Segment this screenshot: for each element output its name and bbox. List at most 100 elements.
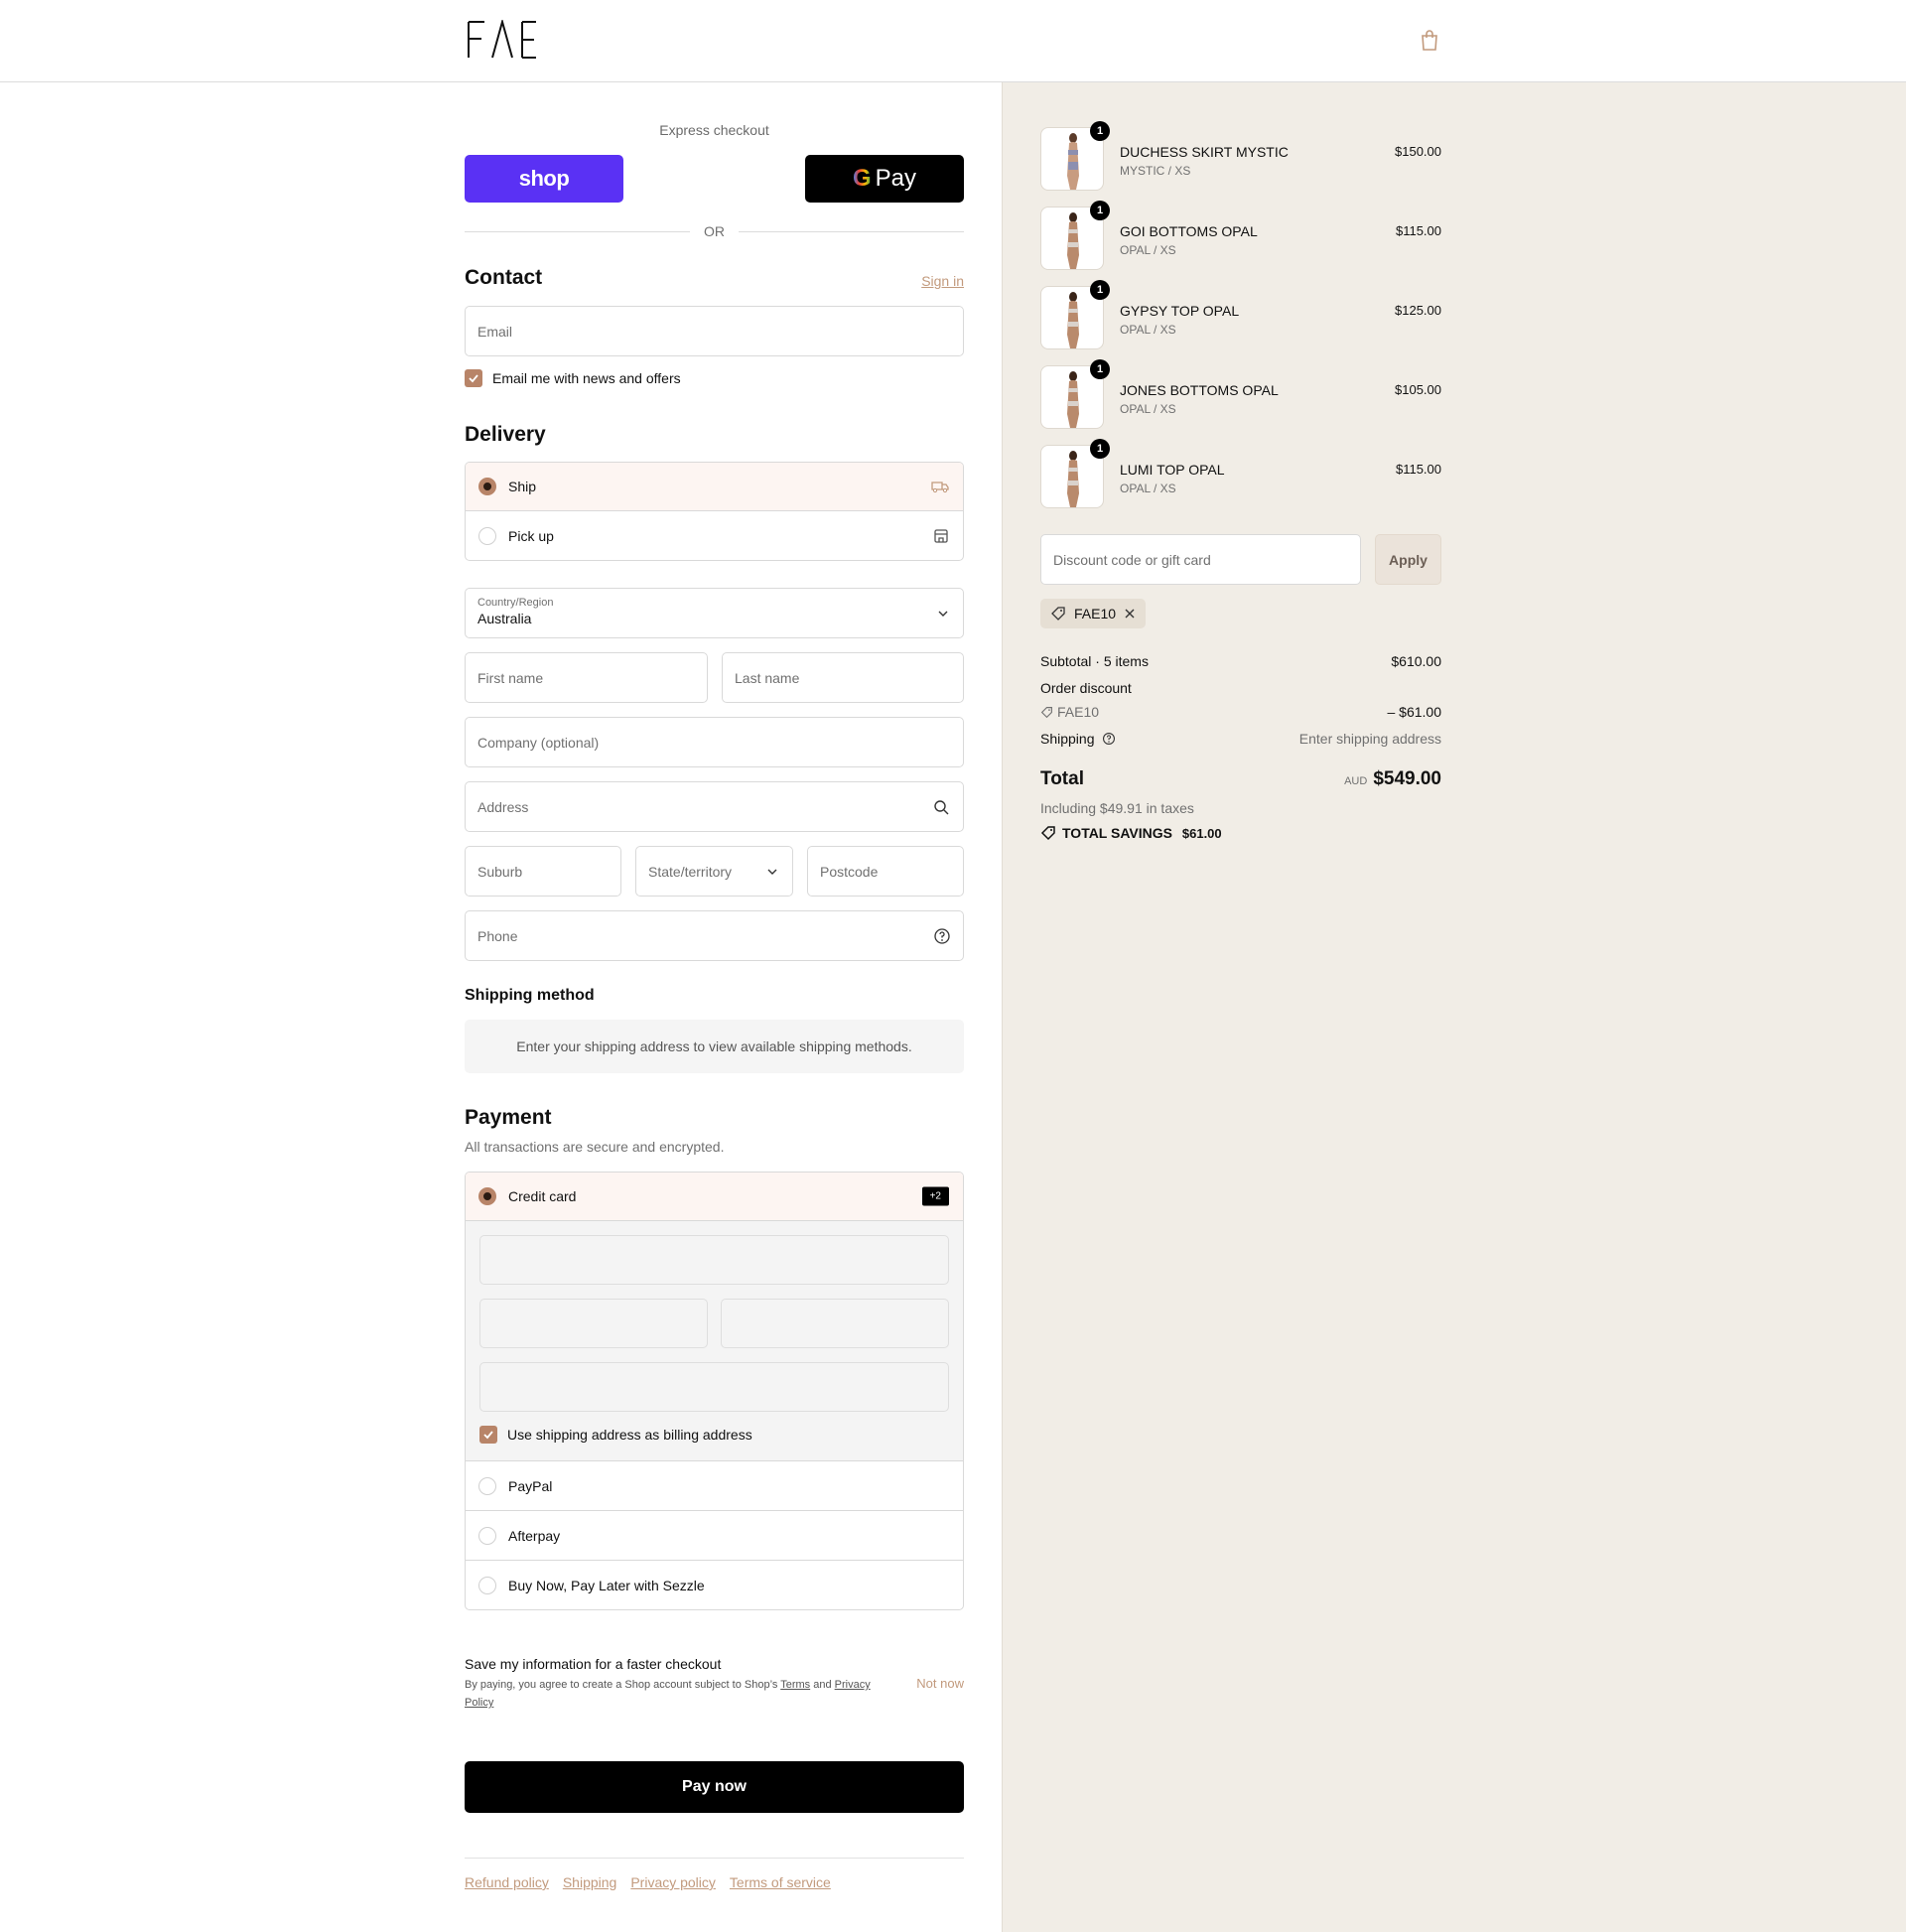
radio-credit-card[interactable] bbox=[478, 1187, 496, 1205]
help-circle-icon[interactable] bbox=[1102, 732, 1116, 746]
order-summary-panel bbox=[1002, 82, 1906, 1932]
shipping-method-note: Enter your shipping address to view avai… bbox=[465, 1020, 964, 1073]
more-cards-badge: +2 bbox=[921, 1186, 949, 1206]
terms-of-service-link[interactable]: Terms of service bbox=[730, 1874, 831, 1890]
discount-code-label: FAE10 bbox=[1057, 704, 1100, 720]
chevron-down-icon bbox=[767, 869, 777, 875]
not-now-link[interactable]: Not now bbox=[916, 1676, 964, 1691]
postcode-field[interactable]: Postcode bbox=[807, 846, 964, 897]
card-number-field[interactable] bbox=[479, 1235, 949, 1285]
item-name: LUMI TOP OPAL bbox=[1120, 462, 1225, 478]
total-savings-row: TOTAL SAVINGS $61.00 bbox=[1040, 825, 1441, 841]
ship-label: Ship bbox=[508, 479, 537, 494]
delivery-option-ship[interactable]: Ship bbox=[466, 463, 963, 511]
radio-paypal[interactable] bbox=[478, 1476, 496, 1495]
radio-pickup[interactable] bbox=[478, 526, 496, 545]
close-icon[interactable] bbox=[1124, 608, 1136, 620]
delivery-option-pickup[interactable]: Pick up bbox=[466, 510, 963, 560]
payment-title: Payment bbox=[465, 1106, 552, 1129]
cart-item: 1 GOI BOTTOMS OPAL OPAL / XS $115.00 bbox=[1040, 201, 1441, 270]
paypal-label: PayPal bbox=[508, 1477, 553, 1494]
order-discount-label-row: Order discount bbox=[1040, 680, 1441, 696]
item-price: $125.00 bbox=[1395, 303, 1441, 318]
taxes-label: Including $49.91 in taxes bbox=[1040, 800, 1194, 816]
payment-method-group: Credit card +2 Use shipping address as b… bbox=[465, 1172, 964, 1610]
or-divider: OR bbox=[465, 221, 964, 241]
google-g-icon: G bbox=[852, 165, 872, 192]
item-variant: OPAL / XS bbox=[1120, 323, 1176, 337]
quantity-badge: 1 bbox=[1090, 359, 1110, 379]
radio-sezzle[interactable] bbox=[478, 1576, 496, 1594]
save-info-section: Save my information for a faster checkou… bbox=[465, 1656, 964, 1712]
shop-pay-button[interactable]: shop bbox=[465, 155, 623, 203]
express-checkout-title: Express checkout bbox=[659, 122, 769, 138]
total-row: Total AUD $549.00 bbox=[1040, 768, 1441, 790]
company-field[interactable]: Company (optional) bbox=[465, 717, 964, 767]
news-checkbox[interactable] bbox=[465, 369, 482, 387]
cart-item: 1 JONES BOTTOMS OPAL OPAL / XS $105.00 bbox=[1040, 359, 1441, 429]
privacy-policy-link[interactable]: Privacy policy bbox=[630, 1874, 716, 1890]
shipping-method-title: Shipping method bbox=[465, 987, 595, 1004]
order-discount-label: Order discount bbox=[1040, 680, 1132, 696]
news-label: Email me with news and offers bbox=[492, 370, 681, 386]
order-discount-row: FAE10 – $61.00 bbox=[1040, 704, 1441, 720]
phone-placeholder: Phone bbox=[477, 927, 518, 944]
item-variant: OPAL / XS bbox=[1120, 482, 1176, 495]
apply-discount-button[interactable]: Apply bbox=[1375, 534, 1441, 585]
radio-afterpay[interactable] bbox=[478, 1526, 496, 1545]
payment-option-sezzle[interactable]: Buy Now, Pay Later with Sezzle bbox=[466, 1560, 963, 1609]
email-field[interactable]: Email bbox=[465, 306, 964, 356]
truck-icon bbox=[931, 482, 949, 493]
help-circle-icon[interactable] bbox=[933, 927, 951, 945]
payment-subtitle: All transactions are secure and encrypte… bbox=[465, 1139, 725, 1155]
or-label: OR bbox=[704, 223, 725, 239]
card-expiry-field[interactable] bbox=[479, 1299, 708, 1348]
check-icon bbox=[469, 374, 478, 383]
suburb-field[interactable]: Suburb bbox=[465, 846, 621, 897]
phone-field[interactable]: Phone bbox=[465, 910, 964, 961]
refund-policy-link[interactable]: Refund policy bbox=[465, 1874, 549, 1890]
payment-option-afterpay[interactable]: Afterpay bbox=[466, 1510, 963, 1560]
first-name-field[interactable]: First name bbox=[465, 652, 708, 703]
pickup-label: Pick up bbox=[508, 527, 554, 544]
total-amount: AUD $549.00 bbox=[1344, 768, 1441, 790]
billing-checkbox[interactable] bbox=[479, 1426, 497, 1444]
item-price: $115.00 bbox=[1395, 223, 1441, 238]
radio-ship[interactable] bbox=[478, 478, 496, 495]
applied-code: FAE10 bbox=[1074, 606, 1117, 621]
card-security-code-field[interactable] bbox=[721, 1299, 949, 1348]
cart-item: 1 GYPSY TOP OPAL OPAL / XS $125.00 bbox=[1040, 280, 1441, 349]
save-info-terms: By paying, you agree to create a Shop ac… bbox=[465, 1676, 872, 1712]
news-offers-checkbox-row[interactable]: Email me with news and offers bbox=[465, 369, 681, 387]
subtotal-value: $610.00 bbox=[1391, 653, 1441, 669]
shipping-link[interactable]: Shipping bbox=[563, 1874, 617, 1890]
state-select[interactable]: State/territory bbox=[635, 846, 793, 897]
quantity-badge: 1 bbox=[1090, 280, 1110, 300]
search-icon bbox=[934, 799, 949, 814]
payment-option-credit-card[interactable]: Credit card +2 bbox=[466, 1173, 963, 1221]
last-name-field[interactable]: Last name bbox=[722, 652, 964, 703]
card-name-field[interactable] bbox=[479, 1362, 949, 1412]
billing-same-checkbox-row[interactable]: Use shipping address as billing address bbox=[479, 1426, 752, 1444]
shopping-bag-icon[interactable] bbox=[1419, 29, 1440, 53]
terms-link[interactable]: Terms bbox=[780, 1679, 810, 1691]
save-info-title: Save my information for a faster checkou… bbox=[465, 1656, 722, 1672]
country-select[interactable]: Country/Region Australia bbox=[465, 588, 964, 638]
site-header bbox=[0, 0, 1906, 82]
google-pay-button[interactable]: G Pay bbox=[805, 155, 964, 203]
shipping-value: Enter shipping address bbox=[1298, 731, 1441, 747]
pay-now-button[interactable]: Pay now bbox=[465, 1761, 964, 1813]
terms-and: and bbox=[810, 1679, 832, 1691]
discount-value: – $61.00 bbox=[1387, 704, 1442, 720]
address-field[interactable]: Address bbox=[465, 781, 964, 832]
store-icon bbox=[934, 528, 948, 543]
discount-code-input[interactable]: Discount code or gift card bbox=[1040, 534, 1361, 585]
total-label: Total bbox=[1040, 768, 1084, 789]
brand-logo[interactable] bbox=[467, 20, 538, 60]
cart-item: 1 LUMI TOP OPAL OPAL / XS $115.00 bbox=[1040, 439, 1441, 508]
address-placeholder: Address bbox=[477, 798, 529, 815]
sign-in-link[interactable]: Sign in bbox=[921, 273, 964, 289]
delivery-title: Delivery bbox=[465, 423, 546, 446]
payment-option-paypal[interactable]: PayPal bbox=[466, 1460, 963, 1510]
currency-code: AUD bbox=[1344, 775, 1368, 787]
